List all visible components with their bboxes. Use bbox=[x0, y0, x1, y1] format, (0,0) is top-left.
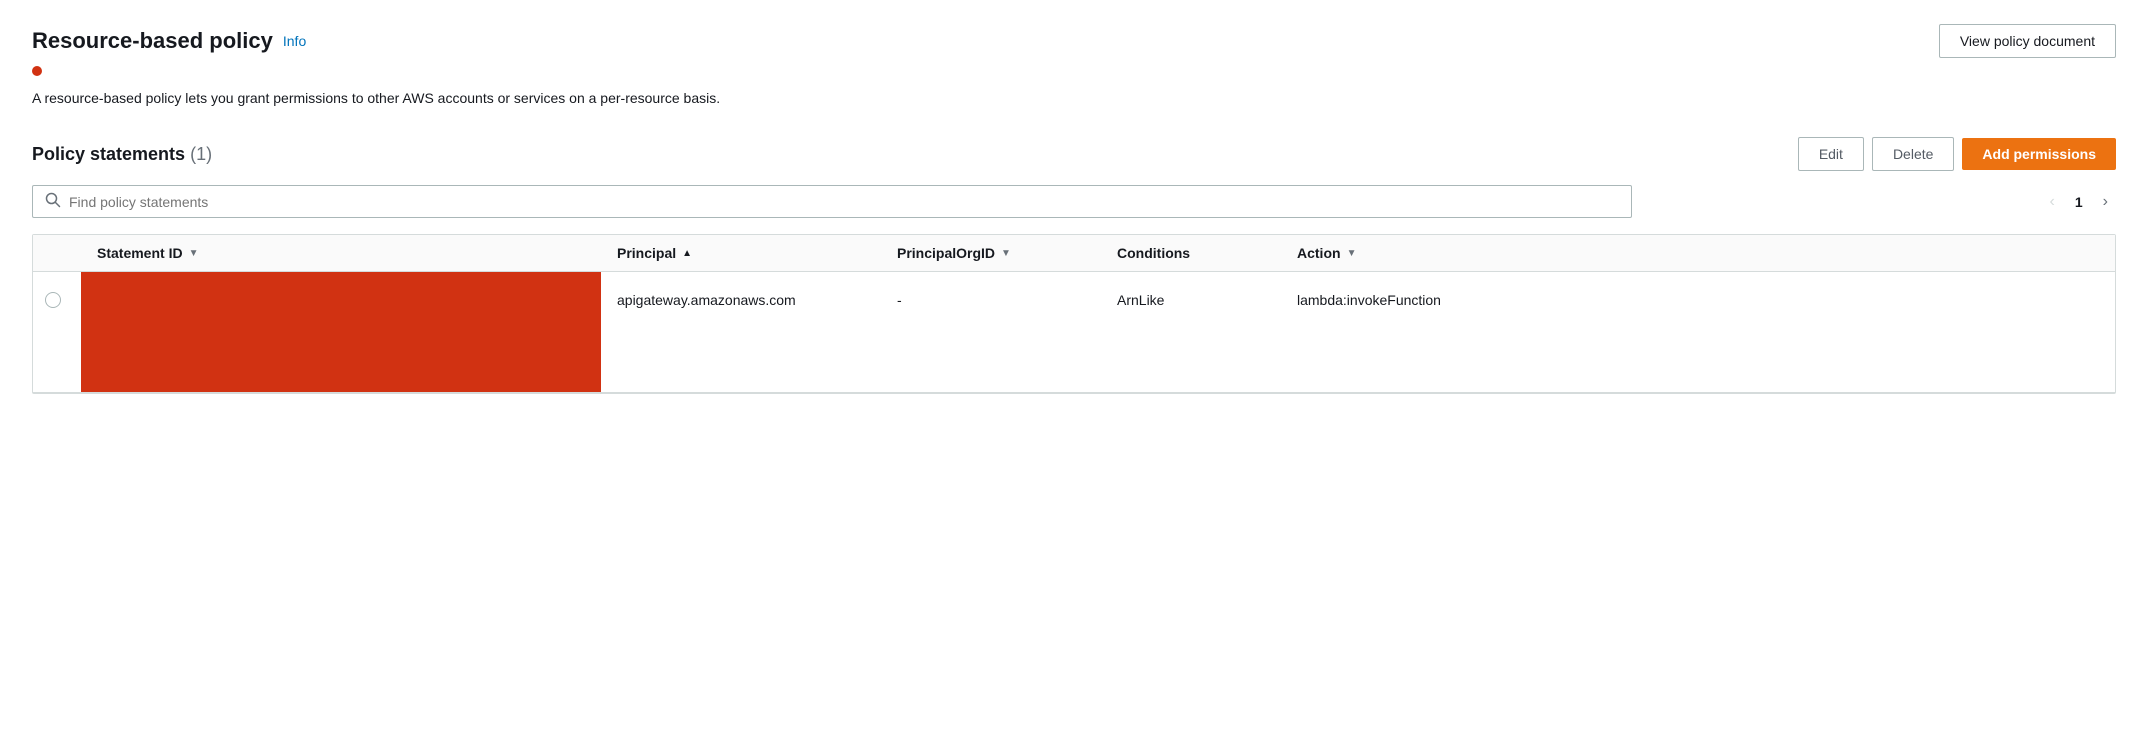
td-radio bbox=[33, 272, 81, 392]
sort-icon-principal-org-id: ▼ bbox=[1001, 248, 1011, 259]
sort-icon-statement-id: ▼ bbox=[189, 248, 199, 259]
search-icon bbox=[45, 192, 61, 211]
red-dot-indicator bbox=[32, 66, 42, 76]
th-principal-org-id[interactable]: PrincipalOrgID ▼ bbox=[881, 235, 1101, 271]
header-left: Resource-based policy Info bbox=[32, 28, 306, 54]
description-text: A resource-based policy lets you grant p… bbox=[32, 88, 2116, 109]
policy-statements-table: Statement ID ▼ Principal ▲ PrincipalOrgI… bbox=[32, 234, 2116, 394]
info-link[interactable]: Info bbox=[283, 33, 306, 49]
td-principal-org-id: - bbox=[881, 272, 1101, 392]
edit-button[interactable]: Edit bbox=[1798, 137, 1864, 171]
pagination-next-button[interactable]: › bbox=[2095, 189, 2116, 215]
th-conditions[interactable]: Conditions bbox=[1101, 235, 1281, 271]
th-checkbox bbox=[33, 235, 81, 271]
th-statement-id[interactable]: Statement ID ▼ bbox=[81, 235, 601, 271]
statement-id-redacted-block bbox=[81, 272, 601, 392]
pagination-controls: ‹ 1 › bbox=[2042, 189, 2116, 215]
section-title-wrapper: Policy statements (1) bbox=[32, 144, 212, 165]
sort-icon-principal: ▲ bbox=[682, 248, 692, 259]
th-action[interactable]: Action ▼ bbox=[1281, 235, 2115, 271]
row-radio-button[interactable] bbox=[45, 292, 61, 308]
main-container: Resource-based policy Info View policy d… bbox=[0, 0, 2148, 732]
search-input[interactable] bbox=[69, 194, 1619, 210]
action-buttons-group: Edit Delete Add permissions bbox=[1798, 137, 2116, 171]
delete-button[interactable]: Delete bbox=[1872, 137, 1954, 171]
sort-icon-action: ▼ bbox=[1347, 248, 1357, 259]
search-row: ‹ 1 › bbox=[32, 185, 2116, 218]
pagination-current: 1 bbox=[2075, 194, 2083, 210]
td-principal: apigateway.amazonaws.com bbox=[601, 272, 881, 392]
add-permissions-button[interactable]: Add permissions bbox=[1962, 138, 2116, 170]
header-row: Resource-based policy Info View policy d… bbox=[32, 24, 2116, 58]
section-title: Policy statements (1) bbox=[32, 144, 212, 164]
td-statement-id bbox=[81, 272, 601, 392]
policy-statements-header: Policy statements (1) Edit Delete Add pe… bbox=[32, 137, 2116, 171]
pagination-prev-button[interactable]: ‹ bbox=[2042, 189, 2063, 215]
table-row: apigateway.amazonaws.com - ArnLike lambd… bbox=[33, 272, 2115, 393]
td-conditions: ArnLike bbox=[1101, 272, 1281, 392]
table-header-row: Statement ID ▼ Principal ▲ PrincipalOrgI… bbox=[33, 235, 2115, 272]
th-principal[interactable]: Principal ▲ bbox=[601, 235, 881, 271]
search-box bbox=[32, 185, 1632, 218]
td-action: lambda:invokeFunction bbox=[1281, 272, 2115, 392]
view-policy-document-button[interactable]: View policy document bbox=[1939, 24, 2116, 58]
page-title: Resource-based policy bbox=[32, 28, 273, 54]
section-count: (1) bbox=[190, 144, 212, 164]
